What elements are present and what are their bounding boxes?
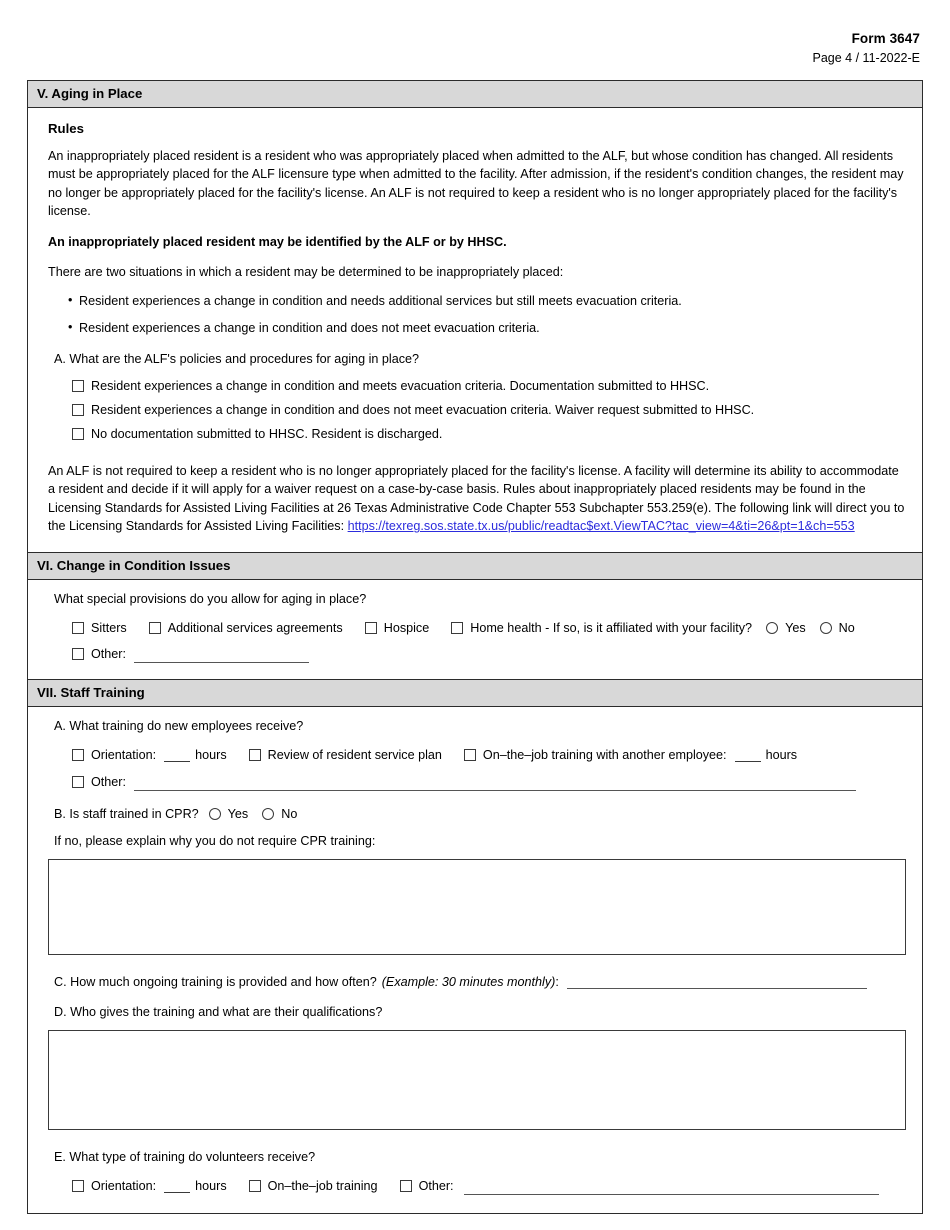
on-the-job-hours-staff-input[interactable]	[734, 748, 761, 762]
section-body-staff-training: A. What training do new employees receiv…	[28, 707, 922, 1213]
new-employee-training-options-row: Orientation: hours Review of resident se…	[72, 748, 906, 763]
checkbox-label-other-provision: Other:	[91, 647, 126, 662]
section-aging-in-place: V. Aging in Place Rules An inappropriate…	[28, 81, 922, 553]
question-d-label: D. Who gives the training and what are t…	[54, 1005, 383, 1020]
other-staff-training-row: Other:	[72, 775, 906, 791]
section-body-aging-in-place: Rules An inappropriately placed resident…	[28, 108, 922, 552]
checkbox-label-on-the-job-training-volunteer: On–the–job training	[267, 1179, 378, 1194]
form-number: Form 3647	[851, 31, 920, 46]
on-the-job-hours-staff-unit: hours	[765, 747, 798, 762]
checkbox-additional-services-agreements[interactable]	[148, 621, 161, 634]
orientation-hours-volunteer-input[interactable]	[164, 1179, 191, 1194]
list-item: Resident experiences a change in conditi…	[68, 291, 906, 311]
orientation-hours-staff-input[interactable]	[164, 748, 191, 762]
checkbox-label-orientation-volunteer: Orientation:	[91, 1179, 157, 1194]
other-volunteer-training-input[interactable]	[463, 1179, 879, 1196]
checkbox-label-on-the-job-training-staff: On–the–job training with another employe…	[482, 747, 727, 762]
checkbox-meets-evac-criteria[interactable]	[72, 379, 84, 392]
checkbox-orientation-staff[interactable]	[72, 748, 84, 761]
checkbox-label-orientation-staff: Orientation:	[91, 747, 157, 762]
form-page: Form 3647 Page 4 / 11-2022-E V. Aging in…	[0, 0, 950, 1230]
rules-paragraph-1: An inappropriately placed resident is a …	[48, 148, 904, 219]
checkbox-label-hospice: Hospice	[383, 620, 430, 635]
cpr-explanation-textarea[interactable]	[48, 859, 906, 956]
orientation-hours-volunteer-unit: hours	[195, 1179, 227, 1194]
checkbox-orientation-volunteer[interactable]	[72, 1180, 84, 1193]
section-header-aging-in-place: V. Aging in Place	[28, 81, 922, 108]
question-c-row: C. How much ongoing training is provided…	[54, 973, 906, 990]
licensing-standards-link[interactable]: https://texreg.sos.state.tx.us/public/re…	[348, 519, 855, 533]
radio-cpr-yes[interactable]	[208, 807, 221, 820]
section-body-change-in-condition: What special provisions do you allow for…	[28, 580, 922, 679]
question-b-followup-label: If no, please explain why you do not req…	[54, 834, 376, 849]
radio-label-cpr-no: No	[281, 806, 298, 821]
radio-label-home-health-no: No	[838, 620, 855, 635]
checkbox-label-additional-services: Additional services agreements	[167, 620, 343, 635]
section-change-in-condition: VI. Change in Condition Issues What spec…	[28, 552, 922, 681]
question-c-colon: :	[555, 974, 559, 989]
checkbox-row-not-meets-evac-criteria[interactable]: Resident experiences a change in conditi…	[72, 403, 906, 417]
question-e-label: E. What type of training do volunteers r…	[54, 1150, 316, 1165]
checkbox-not-meets-evac-criteria[interactable]	[72, 403, 84, 416]
radio-cpr-no[interactable]	[262, 807, 275, 820]
checkbox-no-documentation[interactable]	[72, 428, 84, 441]
document-header: Form 3647 Page 4 / 11-2022-E	[813, 30, 920, 67]
rules-bold-statement: An inappropriately placed resident may b…	[48, 234, 507, 249]
form-frame: V. Aging in Place Rules An inappropriate…	[27, 80, 923, 1215]
checkbox-other-provision[interactable]	[72, 648, 84, 661]
question-b-cpr-row: B. Is staff trained in CPR? Yes No	[54, 807, 906, 821]
checkbox-label-home-health: Home health - If so, is it affiliated wi…	[470, 620, 753, 635]
radio-label-home-health-yes: Yes	[785, 620, 806, 635]
radio-home-health-yes[interactable]	[766, 621, 779, 634]
checkbox-sitters[interactable]	[72, 621, 84, 634]
radio-home-health-no[interactable]	[819, 621, 832, 634]
checkbox-hospice[interactable]	[364, 621, 377, 634]
orientation-hours-staff-unit: hours	[195, 747, 227, 762]
checkbox-review-resident-service-plan[interactable]	[248, 748, 261, 761]
checkbox-on-the-job-training-volunteer[interactable]	[248, 1180, 261, 1193]
checkbox-on-the-job-training-staff[interactable]	[463, 748, 476, 761]
radio-label-cpr-yes: Yes	[227, 806, 249, 821]
checkbox-other-volunteer-training[interactable]	[399, 1180, 412, 1193]
checkbox-row-meets-evac-criteria[interactable]: Resident experiences a change in conditi…	[72, 379, 906, 393]
checkbox-label: Resident experiences a change in conditi…	[91, 378, 710, 393]
ongoing-training-input[interactable]	[566, 973, 867, 990]
checkbox-home-health[interactable]	[451, 621, 464, 634]
other-staff-training-input[interactable]	[134, 775, 856, 791]
question-b-cpr-label: B. Is staff trained in CPR?	[54, 806, 199, 821]
checkbox-label-other-staff-training: Other:	[91, 774, 126, 789]
special-provisions-question: What special provisions do you allow for…	[54, 591, 367, 606]
checkbox-label-other-volunteer-training: Other:	[418, 1179, 454, 1194]
checkbox-other-staff-training[interactable]	[72, 775, 84, 788]
checkbox-label: No documentation submitted to HHSC. Resi…	[91, 427, 443, 442]
special-provisions-options-row: Sitters Additional services agreements H…	[72, 621, 906, 635]
inappropriate-placement-bullets: Resident experiences a change in conditi…	[48, 291, 906, 338]
question-c-label: C. How much ongoing training is provided…	[54, 974, 377, 989]
section-header-change-in-condition: VI. Change in Condition Issues	[28, 552, 922, 580]
checkbox-label: Resident experiences a change in conditi…	[91, 402, 755, 417]
checkbox-label-review-resident-service-plan: Review of resident service plan	[267, 747, 442, 762]
rules-paragraph-3: An ALF is not required to keep a residen…	[48, 462, 906, 536]
volunteer-training-options-row: Orientation: hours On–the–job training O…	[72, 1179, 906, 1196]
rules-paragraph-2: There are two situations in which a resi…	[48, 265, 564, 280]
rules-heading: Rules	[48, 120, 84, 136]
other-provision-input[interactable]	[134, 647, 309, 664]
checkbox-row-no-documentation[interactable]: No documentation submitted to HHSC. Resi…	[72, 427, 906, 441]
question-a-new-employee-training: A. What training do new employees receiv…	[54, 718, 304, 733]
section-staff-training: VII. Staff Training A. What training do …	[28, 680, 922, 1213]
section-header-staff-training: VII. Staff Training	[28, 680, 922, 707]
other-provision-row: Other:	[72, 647, 906, 664]
list-item: Resident experiences a change in conditi…	[68, 318, 906, 338]
checkbox-label-sitters: Sitters	[91, 620, 127, 635]
question-a-label: A. What are the ALF's policies and proce…	[54, 351, 420, 366]
page-revision: Page 4 / 11-2022-E	[812, 51, 920, 66]
trainer-qualifications-textarea[interactable]	[48, 1030, 906, 1131]
question-c-example: (Example: 30 minutes monthly)	[381, 974, 556, 989]
